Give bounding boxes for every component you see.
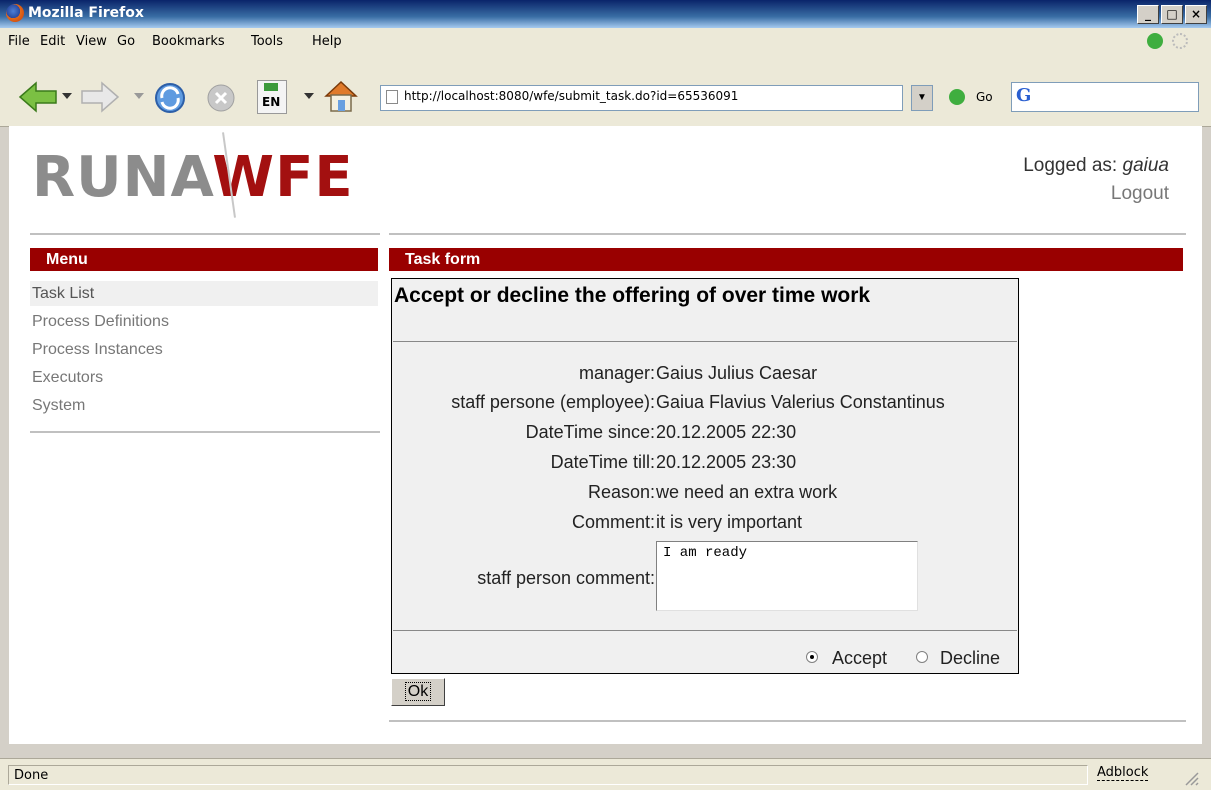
menu-help[interactable]: Help — [312, 34, 342, 49]
task-form-title: Task form — [389, 248, 1183, 271]
field-value: 20.12.2005 23:30 — [656, 452, 797, 472]
field-label: manager: — [578, 363, 655, 383]
menu-item-executors[interactable]: Executors — [30, 365, 378, 390]
translate-arrow-icon — [264, 83, 278, 91]
divider — [30, 431, 380, 433]
menu-item-task-list[interactable]: Task List — [30, 281, 378, 306]
menu-title: Menu — [30, 248, 378, 271]
window-titlebar: Mozilla Firefox _ □ × — [0, 0, 1211, 28]
menu-tools[interactable]: Tools — [251, 34, 283, 49]
menu-bookmarks[interactable]: Bookmarks — [152, 34, 225, 49]
task-form — [391, 278, 1019, 674]
search-input[interactable]: G — [1011, 82, 1199, 112]
field-value: it is very important — [656, 512, 803, 532]
go-icon[interactable] — [949, 89, 965, 105]
close-button[interactable]: × — [1185, 5, 1207, 24]
reload-icon[interactable] — [152, 80, 188, 116]
ok-button[interactable]: Ok — [391, 678, 445, 706]
field-label: DateTime since: — [525, 422, 655, 442]
google-icon: G — [1016, 85, 1032, 106]
menu-file[interactable]: File — [8, 34, 30, 49]
field-label: Reason: — [587, 482, 655, 502]
staff-comment-textarea[interactable]: I am ready — [656, 541, 918, 611]
field-label: DateTime till: — [550, 452, 655, 472]
form-heading: Accept or decline the offering of over t… — [394, 284, 871, 307]
menu-go[interactable]: Go — [117, 34, 135, 49]
divider — [389, 233, 1186, 235]
home-icon[interactable] — [322, 78, 360, 114]
logout-link[interactable]: Logout — [1111, 183, 1169, 205]
translate-icon[interactable]: EN — [257, 80, 287, 114]
adblock-button[interactable]: Adblock — [1097, 765, 1149, 781]
field-label: staff persone (employee): — [451, 392, 655, 412]
menu-edit[interactable]: Edit — [40, 34, 65, 49]
runawfe-logo: RUNAWFE — [32, 145, 354, 210]
page-icon — [386, 90, 398, 104]
window-title: Mozilla Firefox — [28, 5, 144, 21]
divider — [389, 720, 1186, 722]
translate-label: EN — [262, 95, 281, 109]
field-value: Gaius Julius Caesar — [656, 363, 818, 383]
menu-item-process-instances[interactable]: Process Instances — [30, 337, 378, 362]
form-divider — [393, 341, 1017, 342]
field-value: 20.12.2005 22:30 — [656, 422, 797, 442]
update-icon[interactable] — [1147, 33, 1163, 49]
url-text[interactable]: http://localhost:8080/wfe/submit_task.do… — [404, 89, 738, 103]
minimize-button[interactable]: _ — [1137, 5, 1159, 24]
stop-icon[interactable] — [205, 82, 237, 114]
logged-as: Logged as: gaiua — [1023, 155, 1169, 177]
go-button[interactable]: Go — [976, 90, 993, 104]
maximize-button[interactable]: □ — [1161, 5, 1183, 24]
back-icon[interactable] — [18, 80, 58, 114]
menu-bar: File Edit View Go Bookmarks Tools Help — [0, 28, 1211, 54]
translate-dropdown-icon[interactable] — [304, 93, 314, 101]
field-value: we need an extra work — [656, 482, 838, 502]
url-dropdown-button[interactable]: ▼ — [911, 85, 933, 111]
accept-label: Accept — [832, 648, 888, 668]
status-text: Done — [8, 765, 1088, 785]
menu-item-process-definitions[interactable]: Process Definitions — [30, 309, 378, 334]
user-name: gaiua — [1122, 155, 1170, 176]
form-divider — [393, 630, 1017, 631]
logged-prefix: Logged as: — [1023, 155, 1123, 176]
back-dropdown-icon[interactable] — [62, 93, 72, 101]
resize-grip-icon[interactable] — [1183, 770, 1199, 786]
field-label: Comment: — [571, 512, 655, 532]
forward-dropdown-icon[interactable] — [134, 93, 144, 101]
accept-radio[interactable] — [806, 651, 818, 663]
comment-label: staff person comment: — [477, 568, 655, 588]
firefox-icon — [6, 4, 24, 22]
field-value: Gaiua Flavius Valerius Constantinus — [656, 392, 945, 412]
menu-item-system[interactable]: System — [30, 393, 378, 418]
divider — [30, 233, 380, 235]
decline-radio[interactable] — [916, 651, 928, 663]
menu-view[interactable]: View — [76, 34, 107, 49]
ok-label: Ok — [404, 682, 432, 701]
decline-label: Decline — [940, 648, 1001, 668]
throbber-icon — [1172, 33, 1188, 49]
forward-icon[interactable] — [80, 80, 120, 114]
